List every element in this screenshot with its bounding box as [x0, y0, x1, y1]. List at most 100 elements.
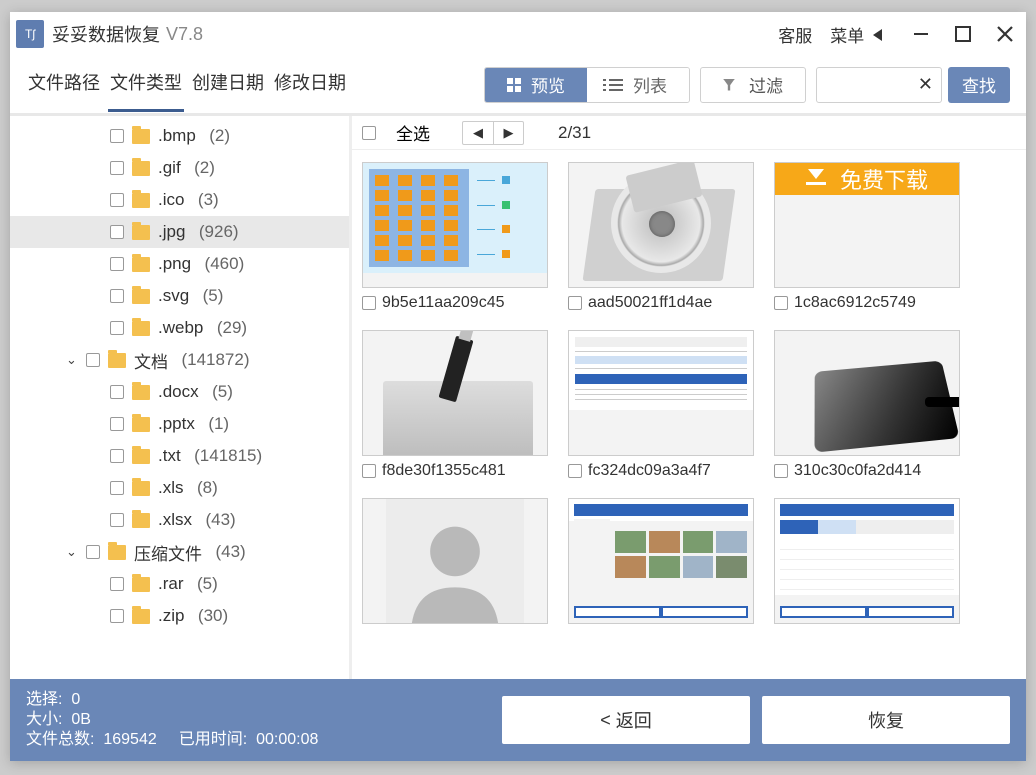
tree-count: (43): [215, 542, 245, 562]
tab-type[interactable]: 文件类型: [108, 61, 184, 112]
prev-page-button[interactable]: ◀: [463, 122, 493, 144]
folder-icon: [132, 129, 150, 144]
thumbnail-image[interactable]: [362, 498, 548, 624]
folder-icon: [132, 417, 150, 432]
folder-icon: [132, 609, 150, 624]
tree-label: .svg: [158, 286, 189, 306]
sidebar-item[interactable]: .docx (5): [10, 376, 349, 408]
tree-checkbox[interactable]: [110, 481, 124, 495]
thumbnail-image[interactable]: [568, 498, 754, 624]
close-button[interactable]: [984, 12, 1026, 56]
folder-icon: [132, 449, 150, 464]
thumbnail-cell[interactable]: [774, 498, 960, 624]
tree-checkbox[interactable]: [110, 161, 124, 175]
sidebar-item[interactable]: .svg (5): [10, 280, 349, 312]
minimize-button[interactable]: [900, 12, 942, 56]
caret-icon: ⌄: [66, 544, 80, 560]
sidebar-item[interactable]: ⌄压缩文件 (43): [10, 536, 349, 568]
thumbnail-cell[interactable]: [362, 498, 548, 624]
maximize-button[interactable]: [942, 12, 984, 56]
tab-path[interactable]: 文件路径: [26, 61, 102, 109]
tree-checkbox[interactable]: [110, 449, 124, 463]
sidebar-item[interactable]: .xls (8): [10, 472, 349, 504]
folder-icon: [132, 257, 150, 272]
tree-checkbox[interactable]: [110, 609, 124, 623]
app-window: Tʃ 妥妥数据恢复 V7.8 客服 菜单 文件路径 文件类型 创建日期 修改日期…: [10, 12, 1026, 761]
list-icon: [609, 79, 623, 91]
tree-checkbox[interactable]: [86, 545, 100, 559]
next-page-button[interactable]: ▶: [493, 122, 523, 144]
thumbnail-image[interactable]: [362, 162, 548, 288]
thumbnail-cell[interactable]: [568, 498, 754, 624]
recover-button[interactable]: 恢复: [762, 696, 1010, 744]
sidebar-item[interactable]: .rar (5): [10, 568, 349, 600]
thumbnail-image[interactable]: [568, 330, 754, 456]
tree-label: .zip: [158, 606, 184, 626]
thumbnail-image[interactable]: 免费下载: [774, 162, 960, 288]
sidebar-item[interactable]: .ico (3): [10, 184, 349, 216]
thumbnail-image[interactable]: [774, 498, 960, 624]
tree-checkbox[interactable]: [110, 513, 124, 527]
thumbnail-image[interactable]: [568, 162, 754, 288]
thumbnail-checkbox[interactable]: [774, 296, 788, 310]
thumbnail-filename: 310c30c0fa2d414: [794, 462, 960, 480]
thumbnail-image[interactable]: [362, 330, 548, 456]
tree-checkbox[interactable]: [110, 129, 124, 143]
clear-search-icon[interactable]: ✕: [918, 74, 933, 95]
tree-checkbox[interactable]: [110, 577, 124, 591]
folder-icon: [132, 321, 150, 336]
tree-checkbox[interactable]: [110, 289, 124, 303]
tree-checkbox[interactable]: [86, 353, 100, 367]
sidebar-item[interactable]: .bmp (2): [10, 120, 349, 152]
sidebar-item[interactable]: .zip (30): [10, 600, 349, 632]
thumbnail-cell[interactable]: 9b5e11aa209c45: [362, 162, 548, 312]
preview-view-button[interactable]: 预览: [485, 68, 587, 102]
thumbnail-checkbox[interactable]: [774, 464, 788, 478]
tree-label: .docx: [158, 382, 199, 402]
thumbnail-checkbox[interactable]: [362, 464, 376, 478]
tree-checkbox[interactable]: [110, 417, 124, 431]
find-button[interactable]: 查找: [948, 67, 1010, 103]
filter-button[interactable]: 过滤: [700, 67, 806, 103]
sidebar-item[interactable]: .txt (141815): [10, 440, 349, 472]
back-button[interactable]: < 返回: [502, 696, 750, 744]
support-link[interactable]: 客服: [778, 22, 812, 47]
grid-icon: [507, 78, 521, 92]
thumbnail-cell[interactable]: 310c30c0fa2d414: [774, 330, 960, 480]
thumbnail-checkbox[interactable]: [568, 296, 582, 310]
tree-checkbox[interactable]: [110, 193, 124, 207]
sidebar-scroll[interactable]: .bmp (2).gif (2).ico (3).jpg (926).png (…: [10, 120, 349, 679]
thumbnail-cell[interactable]: aad50021ff1d4ae: [568, 162, 754, 312]
sidebar-item[interactable]: .webp (29): [10, 312, 349, 344]
tree-count: (5): [212, 382, 233, 402]
sidebar-item[interactable]: .gif (2): [10, 152, 349, 184]
sidebar-item[interactable]: .jpg (926): [10, 216, 349, 248]
tab-created[interactable]: 创建日期: [190, 61, 266, 109]
tab-modified[interactable]: 修改日期: [272, 61, 348, 109]
thumbnail-grid[interactable]: 9b5e11aa209c45 aad50021ff1d4ae免费下载1c8ac69…: [352, 150, 1026, 679]
thumbnail-filename: 9b5e11aa209c45: [382, 294, 548, 312]
thumbnail-image[interactable]: [774, 330, 960, 456]
sidebar-item[interactable]: .xlsx (43): [10, 504, 349, 536]
tree-count: (3): [198, 190, 219, 210]
tree-checkbox[interactable]: [110, 257, 124, 271]
select-all-checkbox[interactable]: [362, 126, 376, 140]
sidebar-item[interactable]: .png (460): [10, 248, 349, 280]
thumbnail-checkbox[interactable]: [362, 296, 376, 310]
thumbnail-cell[interactable]: 免费下载1c8ac6912c5749: [774, 162, 960, 312]
thumbnail-cell[interactable]: fc324dc09a3a4f7: [568, 330, 754, 480]
sidebar-item[interactable]: ⌄文档 (141872): [10, 344, 349, 376]
main-panel: 全选 ◀ ▶ 2/31 9b5e11aa209c45aad50021ff1d4a…: [352, 116, 1026, 679]
thumbnail-cell[interactable]: f8de30f1355c481: [362, 330, 548, 480]
thumbnail-checkbox[interactable]: [568, 464, 582, 478]
search-box[interactable]: ✕: [816, 67, 942, 103]
tree-count: (141815): [194, 446, 262, 466]
footer-info: 选择: 0 大小: 0B 文件总数: 169542 已用时间: 00:00:08: [26, 690, 318, 750]
search-input[interactable]: [825, 76, 918, 93]
tree-checkbox[interactable]: [110, 225, 124, 239]
list-view-button[interactable]: 列表: [587, 68, 689, 102]
tree-checkbox[interactable]: [110, 385, 124, 399]
menu-button[interactable]: 菜单: [830, 22, 882, 47]
sidebar-item[interactable]: .pptx (1): [10, 408, 349, 440]
tree-checkbox[interactable]: [110, 321, 124, 335]
